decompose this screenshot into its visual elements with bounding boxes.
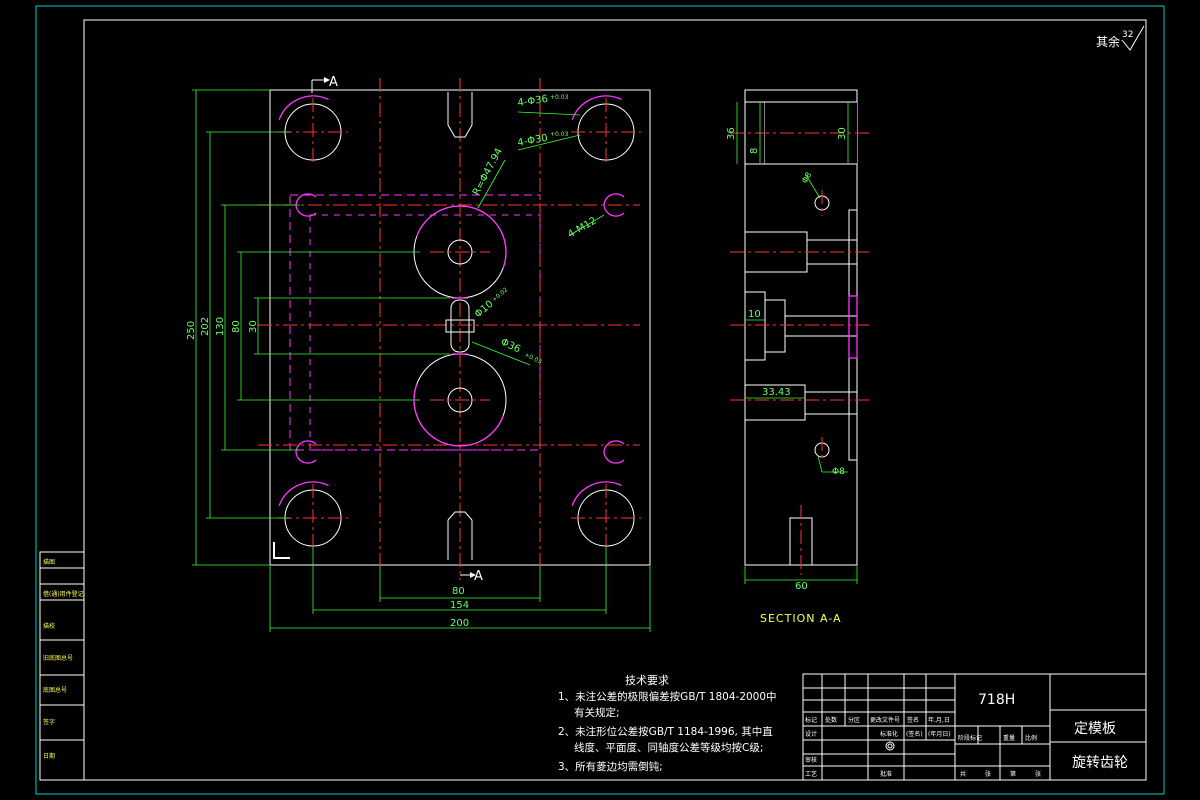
- tech-requirements: 技术要求 1、未注公差的极限偏差按GB/T 1804-2000中 有关规定; 2…: [558, 674, 777, 773]
- tech-title: 技术要求: [625, 674, 669, 687]
- strip-label-5: 底图总号: [43, 686, 67, 694]
- front-view[interactable]: A A 80 154 200 250 202 130 80 30 4-Φ36 +…: [186, 75, 652, 632]
- part-name: 定模板: [1074, 721, 1116, 737]
- svg-text:更改文件号: 更改文件号: [870, 716, 900, 724]
- section-label-top: A: [329, 75, 338, 90]
- svg-text:(年月日): (年月日): [928, 730, 951, 738]
- svg-text:比例: 比例: [1025, 734, 1037, 742]
- material: 718H: [978, 692, 1015, 708]
- tech-item-3: 3、所有菱边均需倒钝;: [558, 760, 663, 773]
- svg-text:分区: 分区: [848, 716, 860, 724]
- svg-text:标记: 标记: [805, 716, 817, 724]
- svg-text:+0.03: +0.03: [550, 94, 569, 101]
- tech-item-2: 2、未注形位公差按GB/T 1184-1996, 其中直: [558, 725, 773, 738]
- sec-dim-60: 60: [795, 581, 808, 592]
- svg-text:+0.03: +0.03: [550, 131, 569, 138]
- svg-text:张: 张: [985, 770, 991, 778]
- strip-label-2: 借(通)用件登记: [43, 590, 84, 598]
- svg-text:第: 第: [1010, 770, 1016, 778]
- dim-130: 130: [215, 317, 226, 336]
- tech-item-2b: 线度、平面度、同轴度公差等级均按C级;: [574, 741, 763, 754]
- svg-text:设计: 设计: [805, 730, 817, 738]
- dim-80-h: 80: [452, 586, 465, 597]
- title-block: 718H 定模板 旋转齿轮 标记 处数 分区 更改文件号 签名 年,月,日 设计…: [802, 673, 1147, 781]
- tech-item-1b: 有关规定;: [574, 706, 620, 719]
- svg-text:签名: 签名: [907, 716, 919, 724]
- section-arrow-bottom: A: [460, 569, 483, 584]
- dim-154: 154: [450, 600, 469, 611]
- svg-text:重量: 重量: [1003, 734, 1015, 742]
- svg-text:年,月,日: 年,月,日: [928, 716, 950, 724]
- section-view[interactable]: 36 8 30 10 33.43 60 Φ8 Φ8 SECTION A-A: [726, 89, 870, 625]
- svg-text:阶段标记: 阶段标记: [958, 734, 982, 742]
- strip-label-6: 签字: [43, 718, 55, 726]
- sec-dim-10: 10: [748, 309, 761, 320]
- roughness-label: 其余: [1096, 34, 1120, 49]
- callout-m12: 4-M12: [566, 215, 599, 240]
- strip-label-4: 旧底图总号: [43, 654, 73, 662]
- project-name: 旋转齿轮: [1072, 755, 1128, 771]
- dim-250: 250: [186, 321, 197, 340]
- sec-dim-3343: 33.43: [762, 387, 791, 398]
- strip-label-1: 描图: [43, 558, 55, 566]
- svg-text:工艺: 工艺: [805, 770, 817, 778]
- section-label-bottom: A: [474, 569, 483, 584]
- strip-label-7: 日期: [43, 752, 55, 760]
- strip-label-3: 描校: [43, 622, 55, 630]
- left-strip: 描图 借(通)用件登记 描校 旧底图总号 底图总号 签字 日期: [39, 551, 85, 781]
- dim-202: 202: [200, 317, 211, 336]
- svg-text:共: 共: [960, 770, 966, 778]
- svg-text:张: 张: [1035, 770, 1041, 778]
- cad-drawing-canvas[interactable]: 描图 借(通)用件登记 描校 旧底图总号 底图总号 签字 日期 其余 32 A …: [0, 0, 1200, 800]
- tech-item-1: 1、未注公差的极限偏差按GB/T 1804-2000中: [558, 690, 777, 703]
- sec-dim-8: 8: [749, 148, 760, 154]
- dims-vertical: 250 202 130 80 30: [186, 89, 450, 566]
- callout-phi36: 4-Φ36: [517, 94, 549, 109]
- sec-dim-36: 36: [726, 127, 737, 140]
- svg-text:标准化: 标准化: [880, 730, 898, 738]
- svg-text:批准: 批准: [880, 770, 892, 778]
- dim-80-v: 80: [231, 320, 242, 333]
- svg-text:审核: 审核: [805, 756, 817, 764]
- svg-text:处数: 处数: [825, 716, 837, 724]
- dim-30-v: 30: [248, 320, 259, 333]
- dim-200: 200: [450, 618, 469, 629]
- sec-dim-30: 30: [837, 127, 848, 140]
- svg-text:+0.02: +0.02: [491, 286, 510, 303]
- section-title: SECTION A-A: [760, 612, 842, 625]
- sec-dim-phi8-top: Φ8: [800, 171, 813, 185]
- roughness-symbol: 其余 32: [1096, 25, 1145, 51]
- roughness-value: 32: [1122, 30, 1133, 40]
- svg-text:(签名): (签名): [906, 730, 923, 738]
- callout-phi10: Φ10: [473, 299, 496, 321]
- outer-frame: [35, 5, 1165, 795]
- sec-dim-phi8-bottom: Φ8: [832, 467, 845, 477]
- callout-phi36-b: Φ36: [499, 337, 522, 356]
